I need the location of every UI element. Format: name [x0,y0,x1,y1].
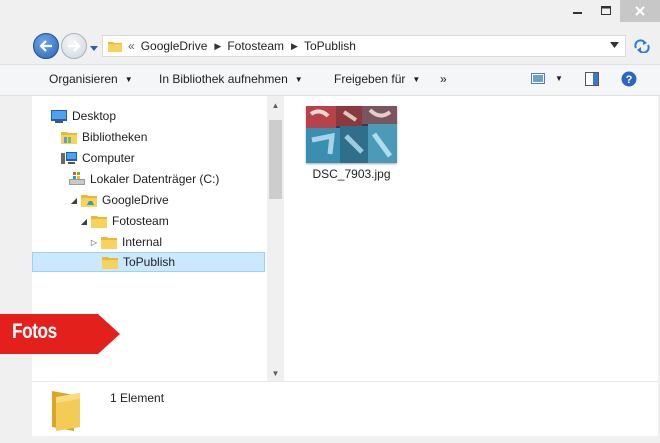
arrow-right-icon [68,40,81,52]
view-icon [531,73,545,84]
arrow-left-icon [39,40,52,52]
tree-item-googledrive[interactable]: ◢ GoogleDrive [69,190,169,210]
tree-label: Internal [122,235,163,249]
expanded-arrow-icon[interactable]: ◢ [69,196,79,205]
tree-label: Computer [82,151,135,165]
badge-label: Fotos [12,320,57,343]
minimize-icon [573,12,582,14]
chevron-down-icon[interactable] [610,42,619,49]
tree-label: Fotosteam [112,214,169,228]
folder-icon [108,42,122,52]
svg-text:?: ? [626,74,633,86]
file-name[interactable]: DSC_7903.jpg [300,167,403,181]
maximize-button[interactable] [592,0,620,22]
add-to-library-label: In Bibliothek aufnehmen [159,72,288,86]
item-count: 1 Element [110,391,165,405]
folder-icon [101,234,117,250]
tree-label: Bibliotheken [82,130,148,144]
chevron-right-icon[interactable]: ▶ [214,41,221,52]
tree-label: ToPublish [123,255,176,269]
tree-item-computer[interactable]: Computer [61,148,135,168]
tree-item-libraries[interactable]: Bibliotheken [61,127,147,147]
more-label: » [440,72,447,86]
expanded-arrow-icon[interactable]: ◢ [79,217,89,226]
preview-pane-icon [585,72,599,86]
tree-item-fotosteam[interactable]: ◢ Fotosteam [79,211,169,231]
help-button[interactable]: ? [621,71,637,87]
folder-icon [102,254,118,270]
folder-large-icon [52,391,80,431]
preview-pane-button[interactable] [585,72,599,86]
scroll-down-icon[interactable]: ▼ [267,366,284,380]
tree-item-desktop[interactable]: Desktop [51,106,116,126]
share-with-menu[interactable]: Freigeben für ▼ [334,72,420,86]
tree-label: Lokaler Datenträger (C:) [90,172,220,186]
chevron-down-icon: ▼ [412,74,421,84]
chevron-down-icon: ▼ [124,74,133,84]
breadcrumb-topublish[interactable]: ToPublish [304,39,356,53]
tree-label: GoogleDrive [102,193,169,207]
tree-scrollbar[interactable]: ▲ ▼ [267,96,284,381]
chevron-right-icon[interactable]: ▶ [291,41,298,52]
title-bar [0,0,660,26]
tree-item-internal[interactable]: ▷ Internal [89,232,162,252]
chevron-down-icon: ▼ [555,74,563,83]
tree-label: Desktop [72,109,117,123]
help-icon: ? [621,71,637,87]
command-bar: Organisieren ▼ In Bibliothek aufnehmen ▼ F… [0,64,660,96]
organize-label: Organisieren [49,72,118,86]
photo-thumbnail-image [306,106,397,163]
libraries-icon [61,129,77,145]
folder-icon [91,213,107,229]
recent-locations-dropdown[interactable] [89,42,99,51]
tree-item-local-disk[interactable]: Lokaler Datenträger (C:) [69,169,219,189]
file-thumbnail[interactable] [306,106,397,163]
details-pane: 1 Element [32,381,658,436]
hard-drive-icon [69,171,85,187]
forward-button[interactable] [61,33,87,59]
breadcrumb-googledrive[interactable]: GoogleDrive [141,39,208,53]
add-to-library-menu[interactable]: In Bibliothek aufnehmen ▼ [159,72,303,86]
chevron-down-icon: ▼ [294,74,303,84]
file-list: DSC_7903.jpg [284,96,658,381]
back-button[interactable] [33,33,59,59]
close-icon [635,6,645,16]
more-commands-button[interactable]: » [440,72,447,86]
explorer-window: « GoogleDrive ▶ Fotosteam ▶ ToPublish Or… [0,0,660,443]
refresh-button[interactable] [628,35,656,57]
tree-item-topublish[interactable]: ToPublish [32,252,265,272]
desktop-icon [51,108,67,124]
breadcrumb-fotosteam[interactable]: Fotosteam [227,39,284,53]
share-with-label: Freigeben für [334,72,406,86]
folder-icon [81,192,97,208]
refresh-icon [634,39,650,53]
scroll-up-icon[interactable]: ▲ [267,98,284,112]
computer-icon [61,150,77,166]
maximize-icon [600,6,611,15]
address-overflow[interactable]: « [128,39,135,53]
chevron-down-icon [90,46,98,51]
scrollbar-thumb[interactable] [269,120,282,199]
organize-menu[interactable]: Organisieren ▼ [49,72,133,86]
close-button[interactable] [620,0,660,22]
change-view-button[interactable]: ▼ [531,73,563,84]
collapsed-arrow-icon[interactable]: ▷ [89,238,99,247]
minimize-button[interactable] [564,0,592,22]
fotos-badge: Fotos [0,314,120,354]
content-area: Desktop Bibliotheken Computer Lokaler Da… [32,96,658,381]
address-bar[interactable]: « GoogleDrive ▶ Fotosteam ▶ ToPublish [102,35,626,57]
